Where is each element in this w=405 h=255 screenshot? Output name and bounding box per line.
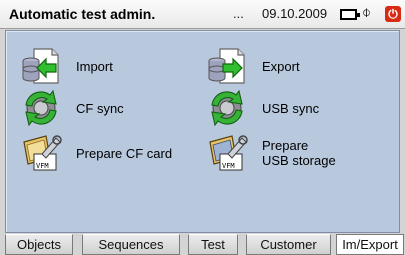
svg-text:VFM: VFM: [222, 162, 235, 170]
tab-customer[interactable]: Customer: [246, 234, 331, 255]
sync-icon: [211, 89, 243, 127]
im-export-panel: Import Export CF sync USB sync VFM Prepa…: [5, 30, 400, 233]
import-button[interactable]: Import: [20, 45, 113, 87]
bottom-tab-bar: Objects Sequences Test Customer Im/Expor…: [0, 234, 405, 255]
title-ellipsis: ...: [233, 6, 244, 21]
prepare-card-icon: VFM: [23, 135, 62, 171]
import-label: Import: [76, 58, 113, 74]
usb-sync-label: USB sync: [262, 100, 320, 116]
status-date: 09.10.2009: [262, 6, 328, 21]
prepare-usb-storage-label: Prepare USB storage: [262, 138, 336, 168]
cf-sync-button[interactable]: CF sync: [20, 87, 124, 129]
import-icon: [22, 48, 59, 84]
export-icon: [208, 48, 245, 84]
svg-text:VFM: VFM: [36, 162, 49, 170]
prepare-cf-card-button[interactable]: VFM Prepare CF card: [20, 132, 172, 174]
tab-test[interactable]: Test: [188, 234, 238, 255]
tab-im-export[interactable]: Im/Export: [336, 234, 404, 255]
battery-icon: [340, 9, 360, 20]
prepare-usb-storage-button[interactable]: VFM Prepare USB storage: [206, 132, 336, 174]
prepare-usb-line-2: USB storage: [262, 153, 336, 168]
prepare-usb-icon: VFM: [209, 135, 248, 171]
export-label: Export: [262, 58, 300, 74]
title-bar: Automatic test admin. ... 09.10.2009 ⌽ ⏻: [0, 0, 405, 29]
cf-sync-label: CF sync: [76, 100, 124, 116]
export-button[interactable]: Export: [206, 45, 300, 87]
power-icon[interactable]: ⏻: [385, 6, 401, 22]
prepare-cf-card-line: Prepare CF card: [76, 145, 173, 161]
plug-icon: ⌽: [362, 4, 372, 21]
usb-sync-button[interactable]: USB sync: [206, 87, 319, 129]
tab-sequences[interactable]: Sequences: [82, 234, 180, 255]
prepare-usb-line-1: Prepare: [262, 138, 309, 153]
window-title: Automatic test admin.: [9, 6, 156, 22]
tab-objects[interactable]: Objects: [5, 234, 73, 255]
sync-icon: [25, 89, 57, 127]
prepare-cf-card-label: Prepare CF card: [76, 146, 172, 161]
